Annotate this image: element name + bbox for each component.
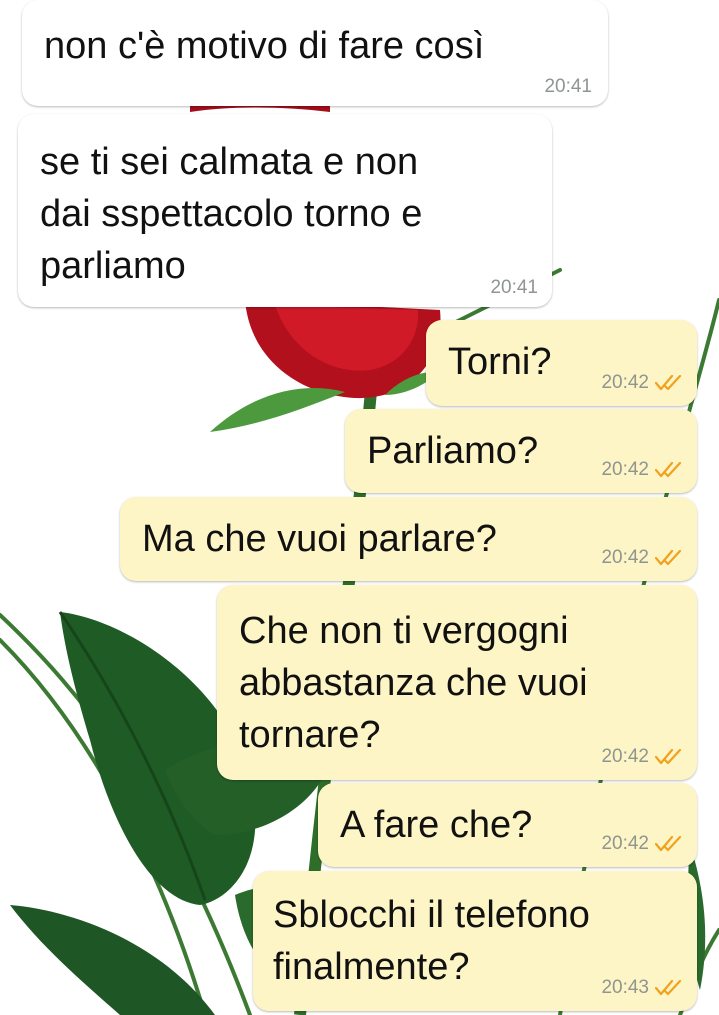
read-double-tick-icon bbox=[655, 980, 682, 996]
message-timestamp: 20:42 bbox=[601, 547, 649, 568]
message-timestamp: 20:41 bbox=[490, 277, 538, 298]
message-line: abbastanza che vuoi bbox=[239, 662, 588, 704]
message-time: 20:41 bbox=[490, 277, 538, 299]
message-text: Ma che vuoi parlare? bbox=[142, 513, 497, 565]
message-line: A fare che? bbox=[340, 804, 533, 846]
outgoing-message[interactable]: Torni? 20:42 bbox=[426, 320, 697, 406]
message-time: 20:42 bbox=[601, 746, 685, 768]
message-time: 20:42 bbox=[601, 459, 685, 481]
message-line: Che non ti vergogni bbox=[239, 610, 569, 652]
message-text: Sblocchi il telefono finalmente? bbox=[273, 889, 590, 993]
message-text: se ti sei calmata e non dai sspettacolo … bbox=[40, 136, 422, 292]
message-timestamp: 20:41 bbox=[544, 76, 592, 97]
message-timestamp: 20:42 bbox=[601, 459, 649, 480]
incoming-message[interactable]: non c'è motivo di fare così 20:41 bbox=[22, 0, 608, 106]
message-line: parliamo bbox=[40, 245, 186, 287]
message-time: 20:43 bbox=[601, 977, 685, 999]
message-line: tornare? bbox=[239, 714, 381, 756]
message-text: A fare che? bbox=[340, 799, 532, 851]
read-double-tick-icon bbox=[655, 462, 682, 478]
outgoing-message[interactable]: A fare che? 20:42 bbox=[318, 783, 697, 867]
read-double-tick-icon bbox=[655, 836, 682, 852]
incoming-message[interactable]: se ti sei calmata e non dai sspettacolo … bbox=[18, 114, 552, 307]
message-line: Ma che vuoi parlare? bbox=[142, 518, 497, 560]
message-line: Parliamo? bbox=[367, 430, 539, 472]
read-double-tick-icon bbox=[655, 749, 682, 765]
outgoing-message[interactable]: Ma che vuoi parlare? 20:42 bbox=[120, 497, 697, 581]
message-text: Che non ti vergogni abbastanza che vuoi … bbox=[239, 605, 588, 761]
message-line: finalmente? bbox=[273, 946, 470, 988]
message-line: se ti sei calmata e non bbox=[40, 141, 419, 183]
read-double-tick-icon bbox=[655, 550, 682, 566]
chat-message-list[interactable]: non c'è motivo di fare così 20:41 se ti … bbox=[0, 0, 719, 1015]
read-double-tick-icon bbox=[655, 375, 682, 391]
outgoing-message[interactable]: Che non ti vergogni abbastanza che vuoi … bbox=[217, 585, 697, 780]
message-text: Torni? bbox=[448, 336, 552, 388]
message-timestamp: 20:42 bbox=[601, 833, 649, 854]
message-line: non c'è motivo di fare così bbox=[44, 25, 485, 67]
message-line: Sblocchi il telefono bbox=[273, 894, 590, 936]
message-text: Parliamo? bbox=[367, 425, 538, 477]
message-timestamp: 20:42 bbox=[601, 372, 649, 393]
message-text: non c'è motivo di fare così bbox=[44, 20, 484, 72]
message-time: 20:42 bbox=[601, 833, 685, 855]
outgoing-message[interactable]: Parliamo? 20:42 bbox=[345, 409, 697, 493]
message-time: 20:42 bbox=[601, 372, 685, 394]
outgoing-message[interactable]: Sblocchi il telefono finalmente? 20:43 bbox=[253, 871, 697, 1011]
message-timestamp: 20:43 bbox=[601, 977, 649, 998]
message-line: dai sspettacolo torno e bbox=[40, 193, 423, 235]
message-timestamp: 20:42 bbox=[601, 746, 649, 767]
message-time: 20:41 bbox=[544, 76, 592, 98]
message-line: Torni? bbox=[448, 341, 552, 383]
message-time: 20:42 bbox=[601, 547, 685, 569]
